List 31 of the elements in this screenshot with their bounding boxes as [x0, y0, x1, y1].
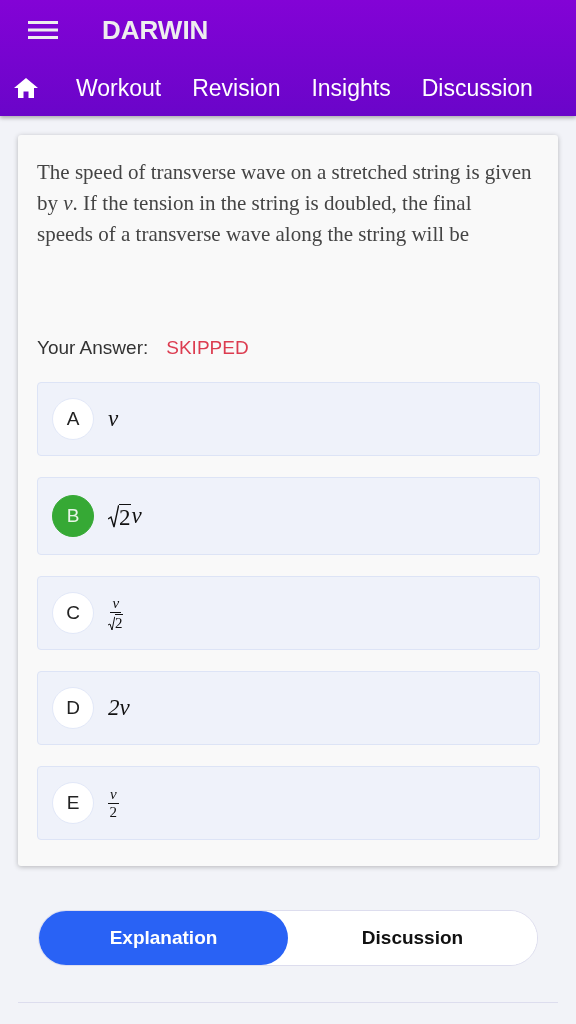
app-title: DARWIN: [102, 14, 209, 46]
square-root-icon: [108, 615, 115, 631]
radicand: 2: [119, 504, 131, 529]
nav-tab[interactable]: Discussion: [421, 74, 533, 102]
option-formula: v: [108, 406, 119, 432]
answer-option[interactable]: A v: [37, 382, 540, 456]
nav-tab[interactable]: Revision: [192, 74, 281, 102]
option-letter: D: [52, 687, 94, 729]
denominator: 2: [109, 803, 118, 820]
square-root-icon: [108, 505, 119, 529]
nav-tab[interactable]: Insights: [311, 74, 391, 102]
answer-option[interactable]: E v 2: [37, 766, 540, 840]
answer-option[interactable]: C v 2: [37, 576, 540, 650]
option-letter: C: [52, 592, 94, 634]
option-letter: B: [52, 495, 94, 537]
option-letter: A: [52, 398, 94, 440]
nav-tab[interactable]: Workout: [76, 74, 162, 102]
toggle-tab[interactable]: Explanation: [39, 911, 288, 965]
option-formula: 2v: [108, 695, 130, 721]
factor: v: [131, 503, 142, 529]
answer-status: SKIPPED: [166, 337, 249, 359]
answer-option[interactable]: D 2v: [37, 671, 540, 745]
radicand: 2: [115, 613, 123, 631]
question-text: The speed of transverse wave on a stretched string is given by v. If the tension in the string is doubled, the final speeds of a transverse wave along the string will be: [37, 159, 532, 248]
numerator: v: [110, 595, 122, 613]
option-letter: E: [52, 782, 94, 824]
numerator: v: [108, 786, 119, 804]
answer-option[interactable]: B 2v: [37, 477, 540, 555]
answer-label: Your Answer:: [37, 337, 149, 359]
menu-icon[interactable]: [28, 20, 58, 40]
home-icon[interactable]: [14, 78, 38, 98]
